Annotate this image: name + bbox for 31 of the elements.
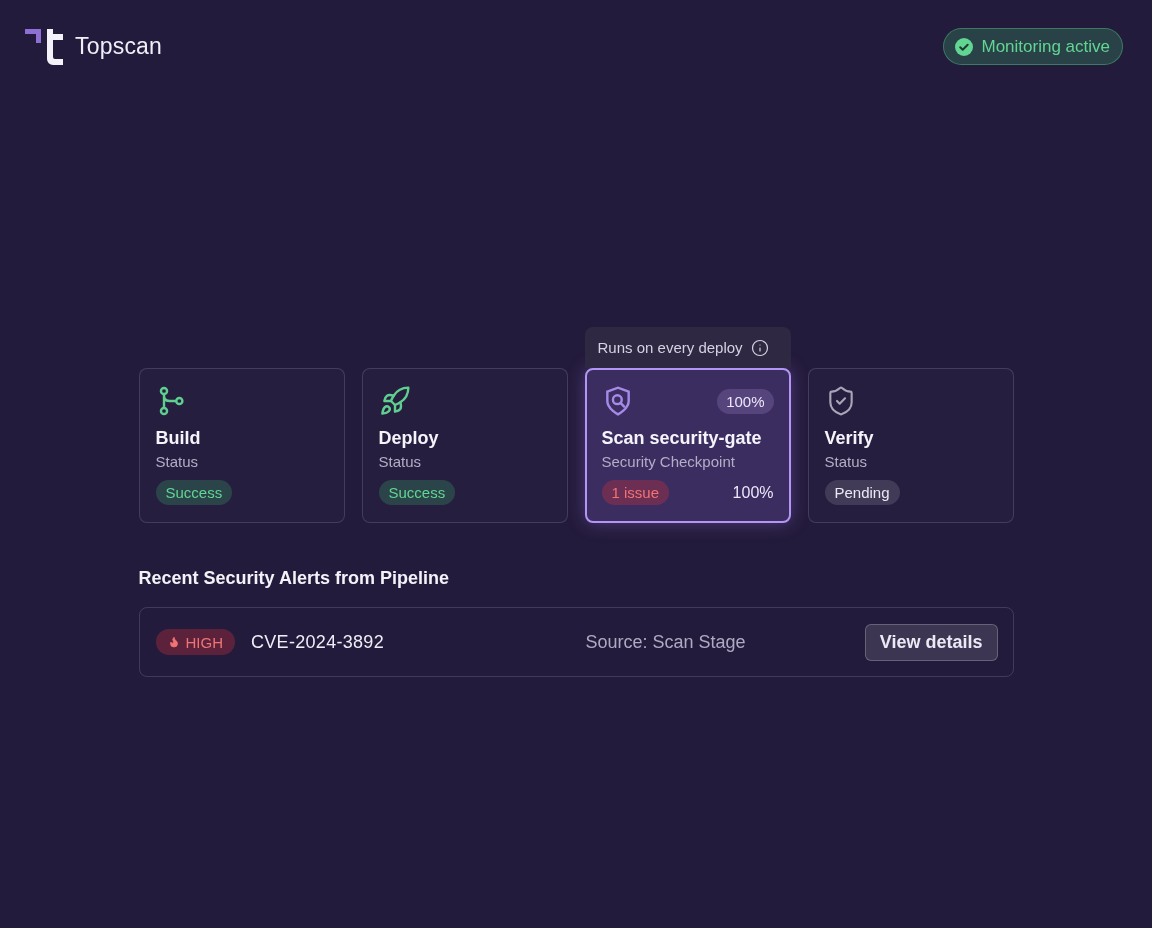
rocket-icon [378, 385, 411, 417]
stage-card[interactable]: Build Status Success [138, 368, 345, 523]
status-badge: 1 issue [601, 480, 670, 505]
stage-card[interactable]: Verify Status Pending [807, 368, 1014, 523]
flame-icon [167, 636, 180, 648]
cve-id: CVE-2024-3892 [251, 631, 384, 653]
section-heading: Recent Security Alerts from Pipeline [138, 567, 450, 590]
progress-text: 100% [732, 483, 774, 502]
stage-title: Build [155, 427, 202, 449]
tooltip-text: Runs on every deploy [597, 339, 743, 356]
stage-subtitle: Status [378, 452, 423, 472]
view-details-button[interactable]: View details [864, 623, 998, 661]
stage-title: Verify [824, 427, 875, 449]
check-circle-icon [955, 37, 974, 56]
stage-subtitle: Security Checkpoint [601, 452, 736, 472]
monitoring-status-badge: Monitoring active [943, 28, 1123, 65]
stage-title: Deploy [378, 427, 440, 449]
stage-title: Scan security-gate [601, 427, 763, 449]
stage-card[interactable]: Deploy Status Success [361, 368, 568, 523]
info-icon [750, 338, 769, 357]
stage-card[interactable]: 100% Scan security-gate Security Checkpoint 1 issue 100% [584, 368, 791, 523]
alert-source: Source: Scan Stage [585, 631, 747, 653]
status-badge: Success [378, 480, 456, 505]
stage-subtitle: Status [824, 452, 869, 472]
status-badge: Success [155, 480, 233, 505]
brand-name: Topscan [75, 33, 163, 60]
stage-subtitle: Status [155, 452, 200, 472]
severity-label: HIGH [185, 633, 223, 651]
status-badge: Pending [824, 480, 900, 505]
progress-badge: 100% [717, 388, 774, 414]
logo-icon [25, 28, 63, 65]
